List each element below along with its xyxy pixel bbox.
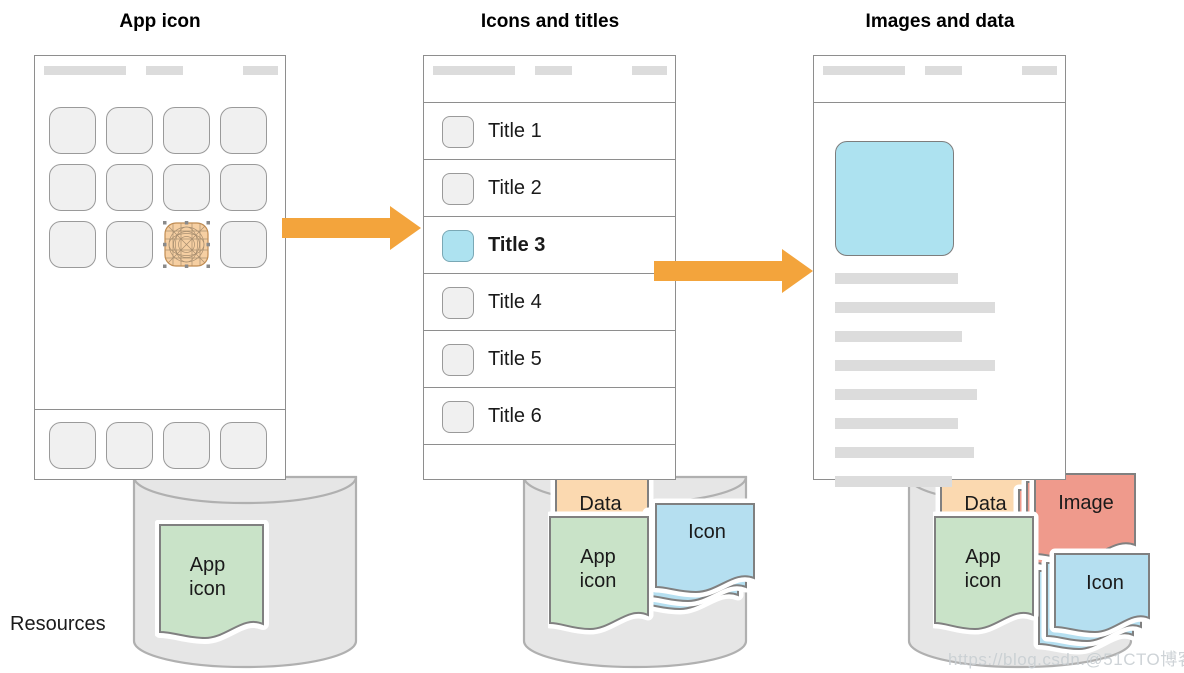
list-item-label: Title 5 (488, 348, 542, 370)
card-label-icon: Icon (1086, 572, 1124, 594)
status-bar-placeholder-b (146, 66, 183, 75)
card-label-data: Data (964, 493, 1007, 515)
card-label-app-icon: App icon (189, 554, 226, 600)
status-bar-placeholder-c (243, 66, 278, 75)
list-item[interactable]: Title 3 (423, 216, 676, 273)
status-bar-placeholder-b (535, 66, 572, 75)
list-item[interactable]: Title 1 (423, 102, 676, 159)
watermark: https://blog.csdn.@51CTO博客 (948, 650, 1184, 669)
list-item[interactable]: Title 5 (423, 330, 676, 387)
app-icon-placeholder[interactable] (106, 164, 153, 211)
status-bar-placeholder-a (823, 66, 905, 75)
status-bar (424, 56, 675, 102)
card-label-data: Data (579, 493, 622, 515)
app-icon-placeholder[interactable] (163, 164, 210, 211)
list-item-label: Title 2 (488, 177, 542, 199)
app-icon-placeholder[interactable] (106, 107, 153, 154)
dock-icon-placeholder[interactable] (106, 422, 153, 469)
column-heading-images-and-data: Images and data (865, 11, 1015, 32)
column-heading-app-icon: App icon (119, 11, 201, 32)
app-icon-template-icon[interactable] (163, 221, 210, 268)
app-icon-placeholder[interactable] (220, 107, 267, 154)
status-bar-placeholder-b (925, 66, 962, 75)
status-bar-placeholder-c (1022, 66, 1057, 75)
app-icon-placeholder[interactable] (106, 221, 153, 268)
list-item-label: Title 1 (488, 120, 542, 142)
list-item-label: Title 3 (488, 234, 546, 256)
phone-mockup-list: Title 1 Title 2 Title 3 Title 4 Title 5 Title… (423, 55, 676, 480)
dock-icon-placeholder[interactable] (163, 422, 210, 469)
list-item-label: Title 4 (488, 291, 542, 313)
card-label-app-icon: App icon (579, 546, 617, 592)
text-line-placeholder (835, 418, 958, 429)
list-bottom-divider (423, 444, 676, 445)
diagram-canvas: App icon Icons and titles Images and dat… (0, 0, 1184, 672)
card-label-app-icon: App icon (964, 546, 1002, 592)
list-item[interactable]: Title 2 (423, 159, 676, 216)
nav-divider (813, 102, 1066, 103)
app-icon-placeholder[interactable] (220, 164, 267, 211)
list-item[interactable]: Title 6 (423, 387, 676, 444)
card-label-icon: Icon (688, 521, 726, 543)
text-line-placeholder (835, 331, 962, 342)
list-item-icon (442, 116, 474, 148)
dock-divider (34, 409, 286, 410)
status-bar-placeholder-a (433, 66, 515, 75)
phone-mockup-springboard (34, 55, 286, 480)
column-heading-icons-and-titles: Icons and titles (480, 11, 620, 32)
arrow-stage1-to-stage2 (282, 205, 422, 256)
status-bar-placeholder-c (632, 66, 667, 75)
dock-icon-placeholder[interactable] (220, 422, 267, 469)
app-icon-placeholder[interactable] (49, 107, 96, 154)
hero-image-placeholder (835, 141, 954, 256)
list-item-icon-selected (442, 230, 474, 262)
text-line-placeholder (835, 273, 958, 284)
dock-icon-placeholder[interactable] (49, 422, 96, 469)
phone-mockup-detail (813, 55, 1066, 487)
app-icon-placeholder[interactable] (220, 221, 267, 268)
list-item-icon (442, 401, 474, 433)
app-icon-placeholder[interactable] (163, 107, 210, 154)
text-line-placeholder (835, 447, 974, 458)
card-label-image: Image (1058, 492, 1114, 514)
status-bar (35, 56, 285, 102)
text-line-placeholder (835, 389, 977, 400)
status-bar (814, 56, 1065, 102)
resources-label: Resources (10, 613, 106, 635)
app-icon-placeholder[interactable] (49, 221, 96, 268)
app-icon-placeholder[interactable] (49, 164, 96, 211)
text-line-placeholder (835, 476, 952, 487)
text-line-placeholder (835, 302, 995, 313)
list-item-icon (442, 344, 474, 376)
list-item-icon (442, 287, 474, 319)
list-item-label: Title 6 (488, 405, 542, 427)
arrow-stage2-to-stage3 (654, 248, 814, 299)
list-item-icon (442, 173, 474, 205)
list-item[interactable]: Title 4 (423, 273, 676, 330)
text-line-placeholder (835, 360, 995, 371)
status-bar-placeholder-a (44, 66, 126, 75)
